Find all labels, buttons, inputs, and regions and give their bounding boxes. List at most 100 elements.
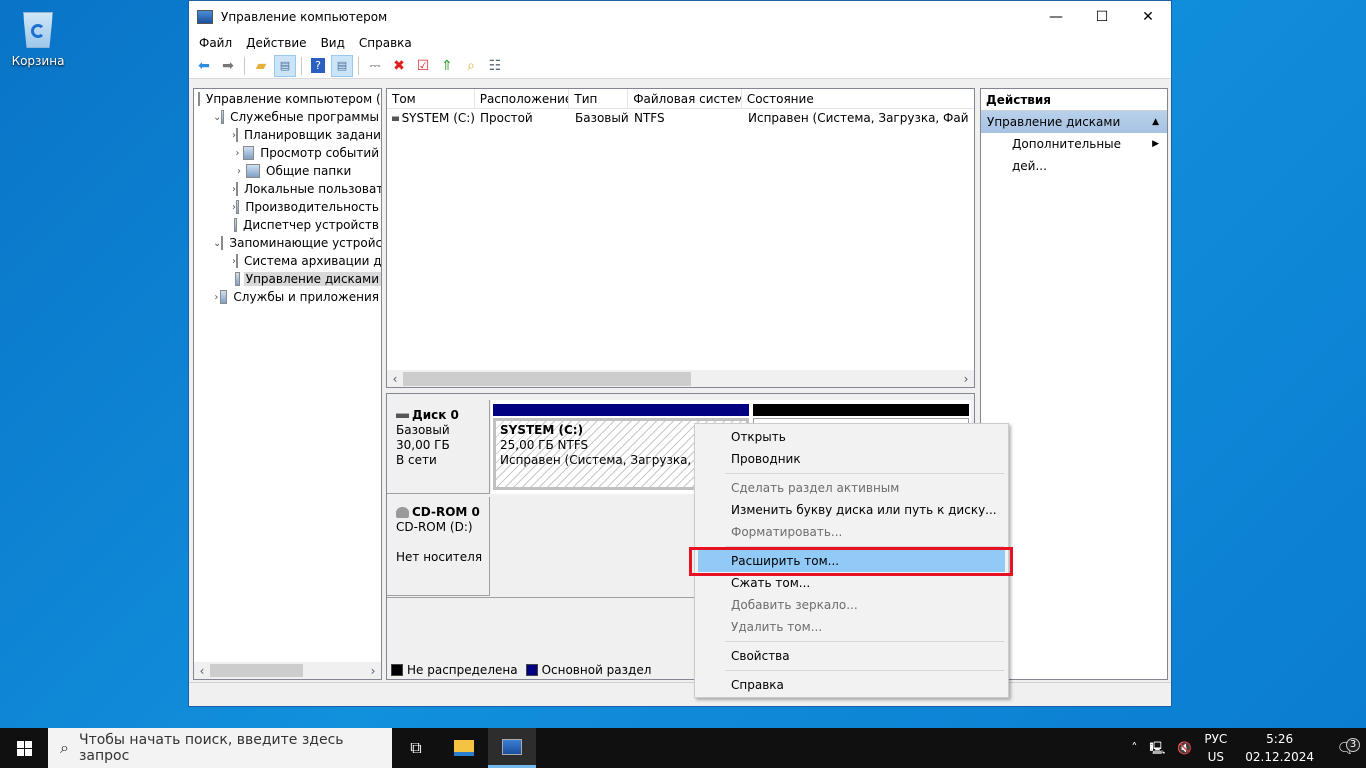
close-button[interactable]: ✕ xyxy=(1125,1,1171,32)
taskbar-search-box[interactable]: ⌕ Чтобы начать поиск, введите здесь запр… xyxy=(48,728,392,768)
scroll-left-icon[interactable]: ‹ xyxy=(387,372,403,386)
language-indicator[interactable]: РУС US xyxy=(1198,730,1233,766)
tree-item[interactable]: ⌄ Служебные программы xyxy=(194,108,381,126)
show-hide-action-icon: ▤ xyxy=(336,59,348,72)
submenu-arrow-icon: ▶ xyxy=(1152,139,1159,149)
tree-item-label: Общие папки xyxy=(266,164,352,178)
tree-item[interactable]: › Система архивации да xyxy=(194,252,381,270)
scroll-right-icon[interactable]: › xyxy=(958,372,974,386)
delete-icon: ✖ xyxy=(393,57,405,74)
cdrom-0-type: CD-ROM (D:) xyxy=(396,520,473,534)
column-layout[interactable]: Расположение xyxy=(475,89,570,108)
system-tray: ˄ 🖳 🔇 РУС US 5:26 02.12.2024 🗨 3 xyxy=(1125,728,1366,768)
window-title: Управление компьютером xyxy=(221,10,388,24)
tree-item-label: Служебные программы xyxy=(230,110,379,124)
rescan-button[interactable]: ☷ xyxy=(484,55,506,77)
minimize-button[interactable]: — xyxy=(1033,1,1079,32)
scroll-right-icon[interactable]: › xyxy=(365,664,381,678)
file-explorer-button[interactable] xyxy=(440,728,488,768)
clock[interactable]: 5:26 02.12.2024 xyxy=(1233,730,1326,766)
collapsed-chevron-icon[interactable]: › xyxy=(213,292,220,303)
forward-button[interactable]: ➡ xyxy=(217,55,239,77)
computer-management-window: Управление компьютером — ☐ ✕ Файл Действ… xyxy=(188,0,1172,707)
performance-icon xyxy=(236,200,240,214)
language-bottom: US xyxy=(1207,750,1225,764)
more-actions-label: Дополнительные дей... xyxy=(1012,137,1122,173)
notification-count: 3 xyxy=(1346,737,1360,752)
disk-0-type: Базовый xyxy=(396,423,450,437)
tree-item[interactable]: › Общие папки xyxy=(194,162,381,180)
context-menu-item: Форматировать... xyxy=(731,525,843,539)
minimize-icon: — xyxy=(1049,8,1063,25)
scroll-thumb[interactable] xyxy=(210,664,303,677)
legend-unallocated: Не распределена xyxy=(407,663,518,677)
column-volume[interactable]: Том xyxy=(387,89,475,108)
help-button[interactable]: ? xyxy=(307,55,329,77)
show-hide-action-button[interactable]: ▤ xyxy=(331,54,353,77)
tree-item-label: Диспетчер устройств xyxy=(242,218,379,232)
find-button[interactable]: ⌕ xyxy=(460,55,482,77)
properties-button[interactable]: ☑ xyxy=(412,55,434,77)
menu-file[interactable]: Файл xyxy=(192,36,239,50)
column-type[interactable]: Тип xyxy=(569,89,629,108)
maximize-button[interactable]: ☐ xyxy=(1079,1,1125,32)
expanded-chevron-icon[interactable]: ⌄ xyxy=(213,238,221,249)
show-hide-tree-button[interactable]: ▤ xyxy=(274,54,296,77)
list-horizontal-scrollbar[interactable]: ‹ › xyxy=(387,370,974,387)
volume-button[interactable]: 🔇 xyxy=(1171,739,1198,757)
tree-item[interactable]: › Производительность xyxy=(194,198,381,216)
device-manager-icon xyxy=(233,218,237,232)
menu-view[interactable]: Вид xyxy=(314,36,352,50)
tree-item[interactable]: Управление дисками xyxy=(194,270,381,288)
disk-0-info[interactable]: Диск 0 Базовый 30,00 ГБ В сети xyxy=(387,400,490,494)
action-center-button[interactable]: 🗨 3 xyxy=(1326,737,1366,758)
network-button[interactable]: 🖳 xyxy=(1143,739,1171,757)
tree-item[interactable]: ⌄ Запоминающие устройст xyxy=(194,234,381,252)
more-actions-item[interactable]: Дополнительные дей... ▶ xyxy=(981,133,1167,173)
column-status[interactable]: Состояние xyxy=(742,89,974,108)
actions-section-disk-management[interactable]: Управление дисками ▲ xyxy=(981,111,1167,133)
recycle-bin[interactable]: Корзина xyxy=(8,6,68,68)
back-icon: ⬅ xyxy=(198,57,210,74)
collapsed-chevron-icon[interactable]: › xyxy=(232,148,243,159)
tree-item-label: Запоминающие устройст xyxy=(229,236,382,250)
tree-horizontal-scrollbar[interactable]: ‹ › xyxy=(194,662,381,679)
tree-item[interactable]: › Службы и приложения xyxy=(194,288,381,306)
tree-item-label: Управление дисками xyxy=(243,272,381,286)
tree-item[interactable]: Диспетчер устройств xyxy=(194,216,381,234)
services-icon xyxy=(219,290,228,304)
collapsed-chevron-icon[interactable]: › xyxy=(232,166,246,177)
context-menu-item[interactable]: Свойства xyxy=(698,645,1005,667)
menu-help[interactable]: Справка xyxy=(352,36,419,50)
show-hidden-icons-button[interactable]: ˄ xyxy=(1125,739,1143,757)
table-row[interactable]: SYSTEM (C:) Простой Базовый NTFS Исправе… xyxy=(387,109,974,127)
connect-drive-button[interactable]: ⎓ xyxy=(364,55,386,77)
menu-action[interactable]: Действие xyxy=(239,36,313,50)
context-menu-item[interactable]: Справка xyxy=(698,674,1005,696)
tree-item[interactable]: › Локальные пользовате xyxy=(194,180,381,198)
back-button[interactable]: ⬅ xyxy=(193,55,215,77)
context-menu-item: Удалить том... xyxy=(731,620,823,634)
scroll-left-icon[interactable]: ‹ xyxy=(194,664,210,678)
expanded-chevron-icon[interactable]: ⌄ xyxy=(213,112,221,123)
column-filesystem[interactable]: Файловая система xyxy=(628,89,742,108)
cdrom-0-info[interactable]: CD-ROM 0 CD-ROM (D:) Нет носителя xyxy=(387,497,490,596)
up-button[interactable]: ▰ xyxy=(250,55,272,77)
scroll-thumb[interactable] xyxy=(403,371,691,386)
search-icon: ⌕ xyxy=(467,57,475,74)
tree-item[interactable]: › Планировщик заданий xyxy=(194,126,381,144)
close-icon: ✕ xyxy=(1142,8,1154,25)
computer-management-taskbar-button[interactable] xyxy=(488,728,536,768)
export-button[interactable]: ⇑ xyxy=(436,55,458,77)
context-menu-item[interactable]: Проводник xyxy=(698,448,1005,470)
network-icon: 🖳 xyxy=(1149,741,1166,755)
context-menu-item[interactable]: Изменить букву диска или путь к диску... xyxy=(698,499,1005,521)
task-view-button[interactable]: ⧉ xyxy=(392,728,440,768)
navigation-tree: Управление компьютером (л ⌄ Служебные прог… xyxy=(193,88,382,680)
search-icon: ⌕ xyxy=(60,738,69,757)
tree-item[interactable]: Управление компьютером (л xyxy=(194,90,381,108)
context-menu-item[interactable]: Открыть xyxy=(698,426,1005,448)
tree-item[interactable]: › Просмотр событий xyxy=(194,144,381,162)
start-button[interactable] xyxy=(0,728,48,768)
delete-button[interactable]: ✖ xyxy=(388,55,410,77)
